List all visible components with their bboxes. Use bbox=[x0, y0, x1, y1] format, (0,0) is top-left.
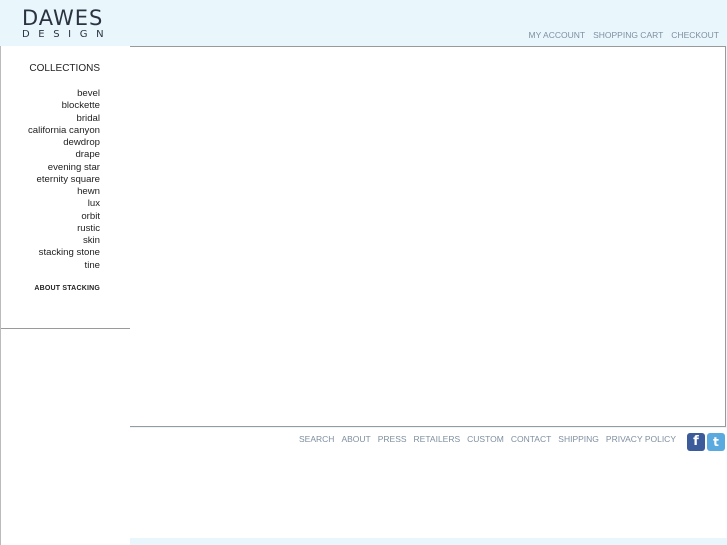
my-account-link[interactable]: MY ACCOUNT bbox=[529, 30, 586, 40]
collection-item-skin[interactable]: skin bbox=[28, 235, 100, 247]
collection-item-evening-star[interactable]: evening star bbox=[28, 162, 100, 174]
sidebar-panel: COLLECTIONS bevel blockette bridal calif… bbox=[1, 46, 130, 329]
main-content bbox=[130, 46, 726, 427]
sidebar: COLLECTIONS bevel blockette bridal calif… bbox=[0, 46, 130, 545]
collection-item-california-canyon[interactable]: california canyon bbox=[28, 125, 100, 137]
logo-subtitle: DESIGN bbox=[22, 29, 113, 40]
footer-press-link[interactable]: PRESS bbox=[378, 434, 407, 444]
twitter-icon[interactable]: t bbox=[707, 433, 725, 451]
social-links: ft bbox=[685, 433, 725, 451]
collection-item-blockette[interactable]: blockette bbox=[28, 100, 100, 112]
footer-shipping-link[interactable]: SHIPPING bbox=[558, 434, 599, 444]
top-nav: MY ACCOUNT SHOPPING CART CHECKOUT bbox=[521, 30, 719, 40]
collections-title: COLLECTIONS bbox=[29, 63, 100, 74]
collection-item-dewdrop[interactable]: dewdrop bbox=[28, 137, 100, 149]
collections-list: bevel blockette bridal california canyon… bbox=[28, 88, 100, 272]
collection-item-eternity-square[interactable]: eternity square bbox=[28, 174, 100, 186]
header: DAWES DESIGN MY ACCOUNT SHOPPING CART CHEC… bbox=[0, 0, 727, 46]
about-stacking-link[interactable]: ABOUT STACKING bbox=[34, 285, 100, 292]
footer-search-link[interactable]: SEARCH bbox=[299, 434, 334, 444]
collection-item-tine[interactable]: tine bbox=[28, 260, 100, 272]
collection-item-lux[interactable]: lux bbox=[28, 198, 100, 210]
footer-about-link[interactable]: ABOUT bbox=[341, 434, 370, 444]
footer-nav: SEARCH ABOUT PRESS RETAILERS CUSTOM CONTACT SH… bbox=[292, 434, 676, 444]
footer-retailers-link[interactable]: RETAILERS bbox=[414, 434, 461, 444]
collection-item-bridal[interactable]: bridal bbox=[28, 113, 100, 125]
footer-contact-link[interactable]: CONTACT bbox=[511, 434, 551, 444]
collection-item-hewn[interactable]: hewn bbox=[28, 186, 100, 198]
footer-custom-link[interactable]: CUSTOM bbox=[467, 434, 504, 444]
collection-item-stacking-stone[interactable]: stacking stone bbox=[28, 247, 100, 259]
footer: SEARCH ABOUT PRESS RETAILERS CUSTOM CONTACT SH… bbox=[130, 428, 727, 538]
logo-name: DAWES bbox=[22, 6, 104, 30]
checkout-link[interactable]: CHECKOUT bbox=[671, 30, 719, 40]
collection-item-rustic[interactable]: rustic bbox=[28, 223, 100, 235]
collection-item-bevel[interactable]: bevel bbox=[28, 88, 100, 100]
footer-privacy-policy-link[interactable]: PRIVACY POLICY bbox=[606, 434, 676, 444]
facebook-icon[interactable]: f bbox=[687, 433, 705, 451]
logo[interactable]: DAWES DESIGN bbox=[22, 8, 112, 41]
shopping-cart-link[interactable]: SHOPPING CART bbox=[593, 30, 663, 40]
collection-item-drape[interactable]: drape bbox=[28, 149, 100, 161]
collection-item-orbit[interactable]: orbit bbox=[28, 211, 100, 223]
